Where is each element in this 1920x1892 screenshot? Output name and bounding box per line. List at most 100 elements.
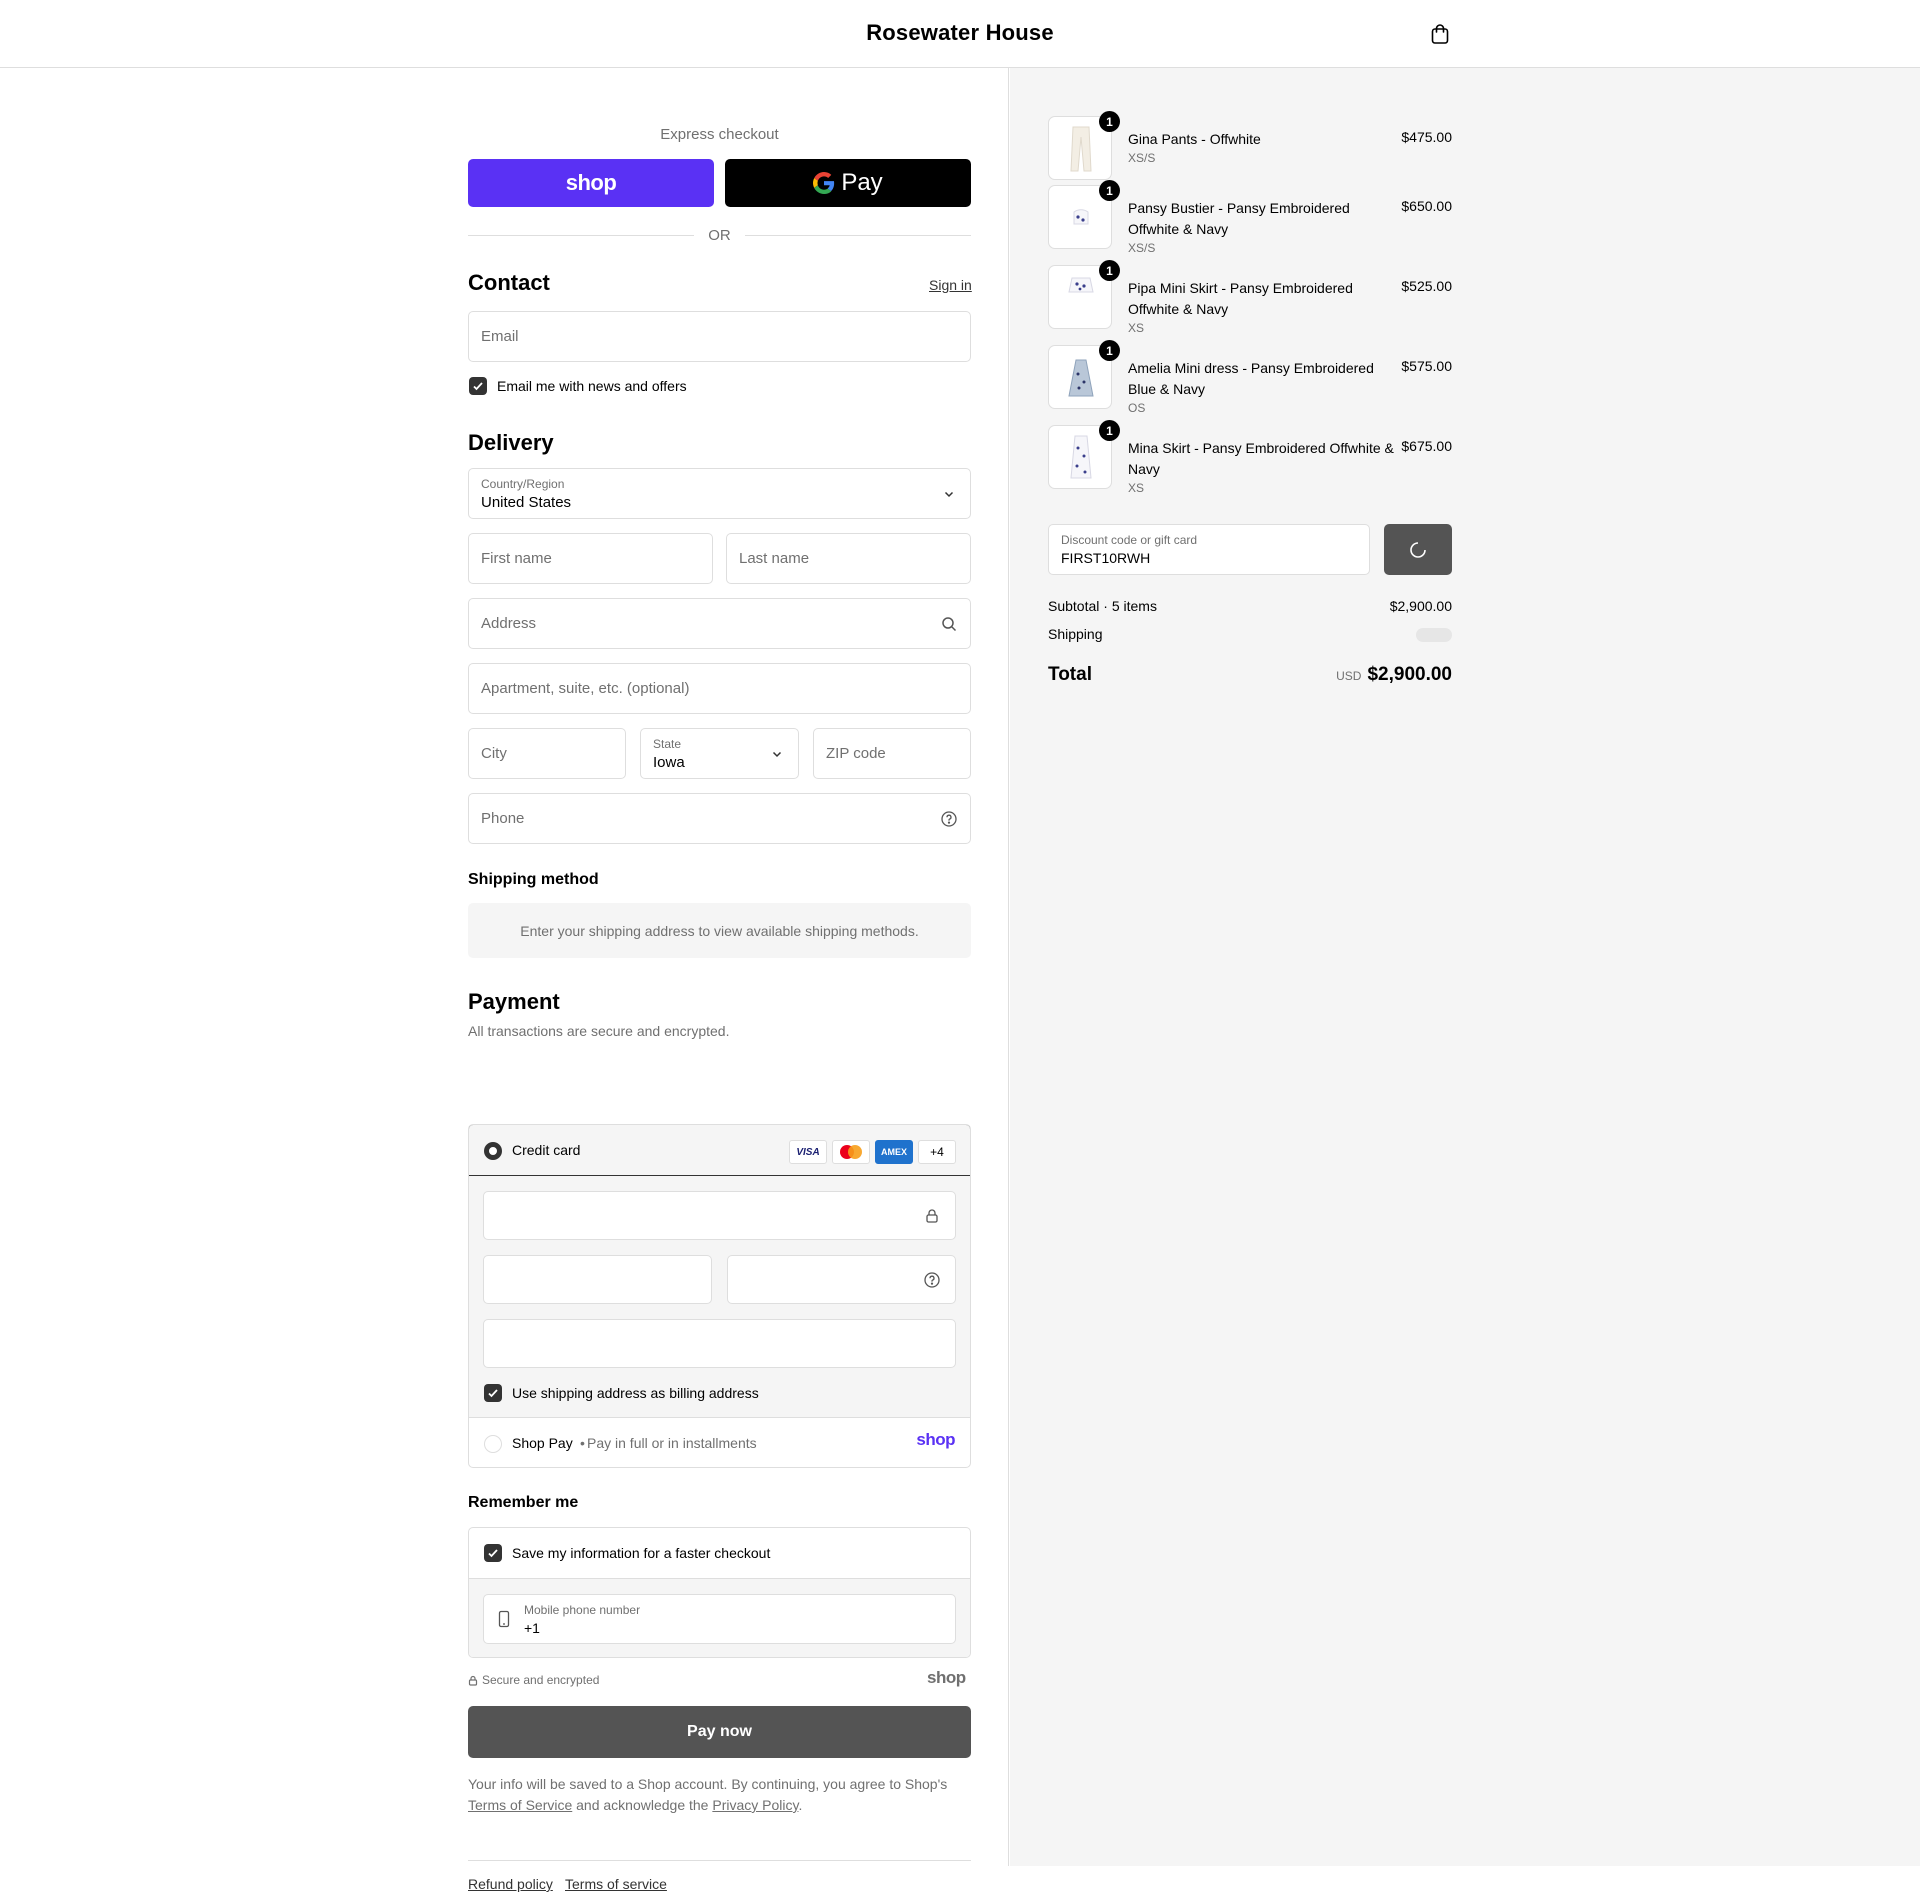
mobile-phone-field[interactable]: Mobile phone number +1 — [483, 1594, 956, 1644]
state-label: State — [653, 737, 682, 751]
address-placeholder: Address — [481, 615, 537, 632]
item-price: $475.00 — [1401, 129, 1452, 145]
visa-icon: VISA — [789, 1140, 827, 1164]
line-item: 1 Pansy Bustier - Pansy Embroidered Offw… — [1048, 180, 1452, 255]
or-divider: OR — [468, 225, 971, 245]
item-variant: XS/S — [1128, 241, 1156, 255]
privacy-policy-link[interactable]: Privacy Policy — [712, 1797, 798, 1813]
help-circle-icon[interactable] — [940, 810, 958, 828]
shop-pay-logo: shop — [565, 170, 617, 195]
save-info-checkbox[interactable] — [484, 1544, 502, 1562]
country-label: Country/Region — [481, 477, 565, 491]
phone-field[interactable]: Phone — [468, 793, 971, 844]
shop-pay-radio[interactable] — [484, 1435, 502, 1453]
shopping-bag-icon[interactable] — [1428, 22, 1452, 46]
item-name: Mina Skirt - Pansy Embroidered Offwhite … — [1128, 440, 1394, 477]
product-thumbnail: 1 — [1048, 180, 1120, 249]
item-price: $650.00 — [1401, 198, 1452, 214]
shop-pay-button[interactable]: shop — [468, 159, 714, 207]
secure-label: Secure and encrypted — [482, 1673, 600, 1687]
legal-text-2: and acknowledge the — [576, 1797, 709, 1813]
secure-encrypted-note: Secure and encrypted — [468, 1673, 599, 1687]
amex-icon: AMEX — [875, 1140, 913, 1164]
apartment-field[interactable]: Apartment, suite, etc. (optional) — [468, 663, 971, 714]
shipping-row: Shipping — [1048, 626, 1452, 644]
mobile-phone-icon — [496, 1610, 512, 1631]
legal-text-1: Your info will be saved to a Shop accoun… — [468, 1776, 948, 1792]
help-circle-icon[interactable] — [923, 1271, 941, 1289]
address-field[interactable]: Address — [468, 598, 971, 649]
or-text: OR — [708, 226, 731, 244]
zip-field[interactable]: ZIP code — [813, 728, 971, 779]
credit-card-option[interactable]: Credit card VISA AMEX +4 — [469, 1125, 970, 1176]
product-thumbnail: 1 — [1048, 260, 1120, 329]
subtotal-value: $2,900.00 — [1389, 598, 1452, 614]
item-price: $575.00 — [1401, 358, 1452, 374]
refund-policy-link[interactable]: Refund policy — [468, 1876, 553, 1892]
news-checkbox[interactable] — [469, 377, 487, 395]
contact-title: Contact — [468, 270, 550, 295]
country-select[interactable]: Country/Region United States — [468, 468, 971, 519]
product-thumbnail: 1 — [1048, 111, 1120, 180]
order-summary: 1 Gina Pants - Offwhite XS/S $475.00 1 P… — [1010, 68, 1920, 1866]
currency-code: USD — [1336, 669, 1362, 683]
subtotal-row: Subtotal · 5 items $2,900.00 — [1048, 598, 1452, 616]
line-item: 1 Amelia Mini dress - Pansy Embroidered … — [1048, 340, 1452, 415]
name-on-card-field[interactable] — [483, 1319, 956, 1368]
shipping-method-title: Shipping method — [468, 871, 599, 888]
total-amount: USD $2,900.00 — [1336, 664, 1452, 686]
google-pay-button[interactable]: Pay — [725, 159, 971, 207]
legal-text-3: . — [798, 1797, 803, 1813]
security-code-field[interactable] — [727, 1255, 956, 1304]
remember-me-box: Save my information for a faster checkou… — [468, 1527, 971, 1658]
footer-divider — [468, 1860, 971, 1861]
discount-code-field[interactable]: Discount code or gift card FIRST10RWH — [1048, 524, 1370, 575]
billing-label: Use shipping address as billing address — [512, 1385, 759, 1401]
zip-placeholder: ZIP code — [826, 745, 886, 762]
credit-card-radio[interactable] — [484, 1142, 502, 1160]
quantity-badge: 1 — [1099, 111, 1120, 132]
shipping-loading-placeholder — [1416, 628, 1452, 642]
apartment-placeholder: Apartment, suite, etc. (optional) — [481, 680, 690, 697]
item-name: Pipa Mini Skirt - Pansy Embroidered Offw… — [1128, 280, 1353, 317]
first-name-field[interactable]: First name — [468, 533, 713, 584]
terms-of-service-footer-link[interactable]: Terms of service — [565, 1876, 667, 1892]
total-label: Total — [1048, 664, 1092, 685]
shop-pay-separator: • — [580, 1435, 585, 1451]
search-icon — [940, 615, 958, 633]
expiration-field[interactable] — [483, 1255, 712, 1304]
discount-label: Discount code or gift card — [1061, 533, 1198, 547]
store-name[interactable]: Rosewater House — [0, 20, 1920, 46]
item-variant: XS/S — [1128, 151, 1156, 165]
first-name-placeholder: First name — [481, 550, 552, 567]
email-field[interactable]: Email — [468, 311, 971, 362]
shop-pay-option[interactable]: Shop Pay • Pay in full or in installment… — [469, 1419, 970, 1467]
item-variant: XS — [1128, 481, 1145, 495]
state-select[interactable]: State Iowa — [640, 728, 799, 779]
shop-pay-description: Pay in full or in installments — [587, 1435, 757, 1451]
card-number-field[interactable] — [483, 1191, 956, 1240]
apply-discount-button[interactable] — [1384, 524, 1452, 575]
quantity-badge: 1 — [1099, 260, 1120, 281]
shop-logo: shop — [916, 1430, 955, 1449]
lock-icon — [923, 1207, 941, 1225]
item-variant: XS — [1128, 321, 1145, 335]
phone-placeholder: Phone — [481, 810, 525, 827]
pay-now-button[interactable]: Pay now — [468, 1706, 971, 1758]
city-field[interactable]: City — [468, 728, 626, 779]
lock-icon — [468, 1675, 478, 1686]
billing-checkbox[interactable] — [484, 1384, 502, 1402]
shop-logo-grey: shop — [927, 1668, 966, 1687]
last-name-field[interactable]: Last name — [726, 533, 971, 584]
shop-pay-option-label: Shop Pay — [512, 1435, 573, 1451]
terms-of-service-link[interactable]: Terms of Service — [468, 1797, 572, 1813]
total-row: Total USD $2,900.00 — [1048, 664, 1452, 690]
email-placeholder: Email — [481, 328, 519, 345]
total-value: $2,900.00 — [1367, 664, 1452, 685]
discount-value: FIRST10RWH — [1061, 550, 1151, 566]
sign-in-link[interactable]: Sign in — [929, 277, 972, 293]
mastercard-icon — [832, 1140, 870, 1164]
line-item: 1 Pipa Mini Skirt - Pansy Embroidered Of… — [1048, 260, 1452, 335]
google-g-icon — [813, 172, 835, 194]
express-checkout-label: Express checkout — [660, 126, 779, 143]
